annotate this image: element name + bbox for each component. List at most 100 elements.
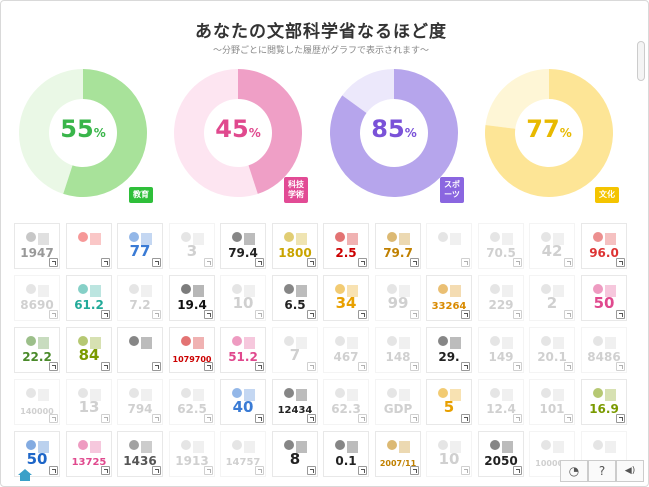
- topic-tile[interactable]: 40: [220, 379, 266, 425]
- open-link-icon[interactable]: [461, 362, 470, 371]
- open-link-icon[interactable]: [513, 414, 522, 423]
- topic-tile[interactable]: 1800: [272, 223, 318, 269]
- topic-tile[interactable]: 50: [581, 275, 627, 321]
- open-link-icon[interactable]: [307, 414, 316, 423]
- open-link-icon[interactable]: [152, 414, 161, 423]
- open-link-icon[interactable]: [513, 362, 522, 371]
- topic-tile[interactable]: 5: [426, 379, 472, 425]
- open-link-icon[interactable]: [204, 310, 213, 319]
- open-link-icon[interactable]: [461, 414, 470, 423]
- topic-tile[interactable]: 1436: [117, 431, 163, 477]
- open-link-icon[interactable]: [358, 466, 367, 475]
- open-link-icon[interactable]: [255, 466, 264, 475]
- open-link-icon[interactable]: [616, 258, 625, 267]
- topic-tile[interactable]: 14757: [220, 431, 266, 477]
- topic-tile[interactable]: 101: [529, 379, 575, 425]
- open-link-icon[interactable]: [204, 362, 213, 371]
- topic-tile[interactable]: 8: [272, 431, 318, 477]
- open-link-icon[interactable]: [461, 258, 470, 267]
- topic-tile[interactable]: 79.7: [375, 223, 421, 269]
- open-link-icon[interactable]: [358, 258, 367, 267]
- open-link-icon[interactable]: [49, 466, 58, 475]
- open-link-icon[interactable]: [152, 310, 161, 319]
- open-link-icon[interactable]: [358, 310, 367, 319]
- open-link-icon[interactable]: [616, 414, 625, 423]
- open-link-icon[interactable]: [101, 258, 110, 267]
- topic-tile[interactable]: 7: [272, 327, 318, 373]
- open-link-icon[interactable]: [307, 362, 316, 371]
- scrollbar-thumb[interactable]: [637, 41, 645, 81]
- open-link-icon[interactable]: [307, 258, 316, 267]
- open-link-icon[interactable]: [204, 258, 213, 267]
- topic-tile[interactable]: 61.2: [66, 275, 112, 321]
- open-link-icon[interactable]: [358, 362, 367, 371]
- topic-tile[interactable]: 12434: [272, 379, 318, 425]
- topic-tile[interactable]: 2007/11: [375, 431, 421, 477]
- open-link-icon[interactable]: [564, 310, 573, 319]
- topic-tile[interactable]: 229: [478, 275, 524, 321]
- open-link-icon[interactable]: [152, 466, 161, 475]
- topic-tile[interactable]: 84: [66, 327, 112, 373]
- topic-tile[interactable]: 1947: [14, 223, 60, 269]
- topic-tile[interactable]: 70.5: [478, 223, 524, 269]
- open-link-icon[interactable]: [101, 362, 110, 371]
- topic-tile[interactable]: 0.1: [323, 431, 369, 477]
- open-link-icon[interactable]: [410, 414, 419, 423]
- topic-tile[interactable]: GDP: [375, 379, 421, 425]
- open-link-icon[interactable]: [101, 310, 110, 319]
- open-link-icon[interactable]: [49, 362, 58, 371]
- topic-tile[interactable]: 149: [478, 327, 524, 373]
- home-icon[interactable]: [17, 468, 33, 482]
- topic-tile[interactable]: 77: [117, 223, 163, 269]
- topic-tile[interactable]: 34: [323, 275, 369, 321]
- topic-tile[interactable]: 29.: [426, 327, 472, 373]
- topic-tile[interactable]: 467: [323, 327, 369, 373]
- open-link-icon[interactable]: [564, 258, 573, 267]
- open-link-icon[interactable]: [513, 258, 522, 267]
- open-link-icon[interactable]: [307, 310, 316, 319]
- open-link-icon[interactable]: [255, 362, 264, 371]
- topic-tile[interactable]: 13725: [66, 431, 112, 477]
- topic-tile[interactable]: 51.2: [220, 327, 266, 373]
- open-link-icon[interactable]: [410, 258, 419, 267]
- topic-tile[interactable]: 16.9: [581, 379, 627, 425]
- topic-tile[interactable]: 62.3: [323, 379, 369, 425]
- topic-tile[interactable]: 140000: [14, 379, 60, 425]
- open-link-icon[interactable]: [101, 414, 110, 423]
- topic-tile[interactable]: 2.5: [323, 223, 369, 269]
- topic-tile[interactable]: 22.2: [14, 327, 60, 373]
- open-link-icon[interactable]: [410, 466, 419, 475]
- open-link-icon[interactable]: [410, 362, 419, 371]
- open-link-icon[interactable]: [49, 258, 58, 267]
- open-link-icon[interactable]: [461, 310, 470, 319]
- topic-tile[interactable]: 7.2: [117, 275, 163, 321]
- open-link-icon[interactable]: [152, 258, 161, 267]
- topic-tile[interactable]: 10: [220, 275, 266, 321]
- open-link-icon[interactable]: [49, 310, 58, 319]
- topic-tile[interactable]: [117, 327, 163, 373]
- topic-tile[interactable]: 1913: [169, 431, 215, 477]
- topic-tile[interactable]: 8690: [14, 275, 60, 321]
- topic-tile[interactable]: 794: [117, 379, 163, 425]
- help-icon[interactable]: ?: [588, 460, 616, 482]
- open-link-icon[interactable]: [204, 414, 213, 423]
- topic-tile[interactable]: 1079700: [169, 327, 215, 373]
- topic-tile[interactable]: 12.4: [478, 379, 524, 425]
- open-link-icon[interactable]: [49, 414, 58, 423]
- open-link-icon[interactable]: [564, 414, 573, 423]
- topic-tile[interactable]: 99: [375, 275, 421, 321]
- sound-icon[interactable]: ◀): [616, 460, 644, 482]
- topic-tile[interactable]: 20.1: [529, 327, 575, 373]
- chart-icon[interactable]: ◔: [560, 460, 588, 482]
- topic-tile[interactable]: 6.5: [272, 275, 318, 321]
- open-link-icon[interactable]: [204, 466, 213, 475]
- open-link-icon[interactable]: [616, 362, 625, 371]
- topic-tile[interactable]: 2: [529, 275, 575, 321]
- open-link-icon[interactable]: [307, 466, 316, 475]
- topic-tile[interactable]: 2050: [478, 431, 524, 477]
- topic-tile[interactable]: 13: [66, 379, 112, 425]
- topic-tile[interactable]: 10: [426, 431, 472, 477]
- topic-tile[interactable]: 19.4: [169, 275, 215, 321]
- scrollbar[interactable]: [636, 41, 646, 451]
- topic-tile[interactable]: 79.4: [220, 223, 266, 269]
